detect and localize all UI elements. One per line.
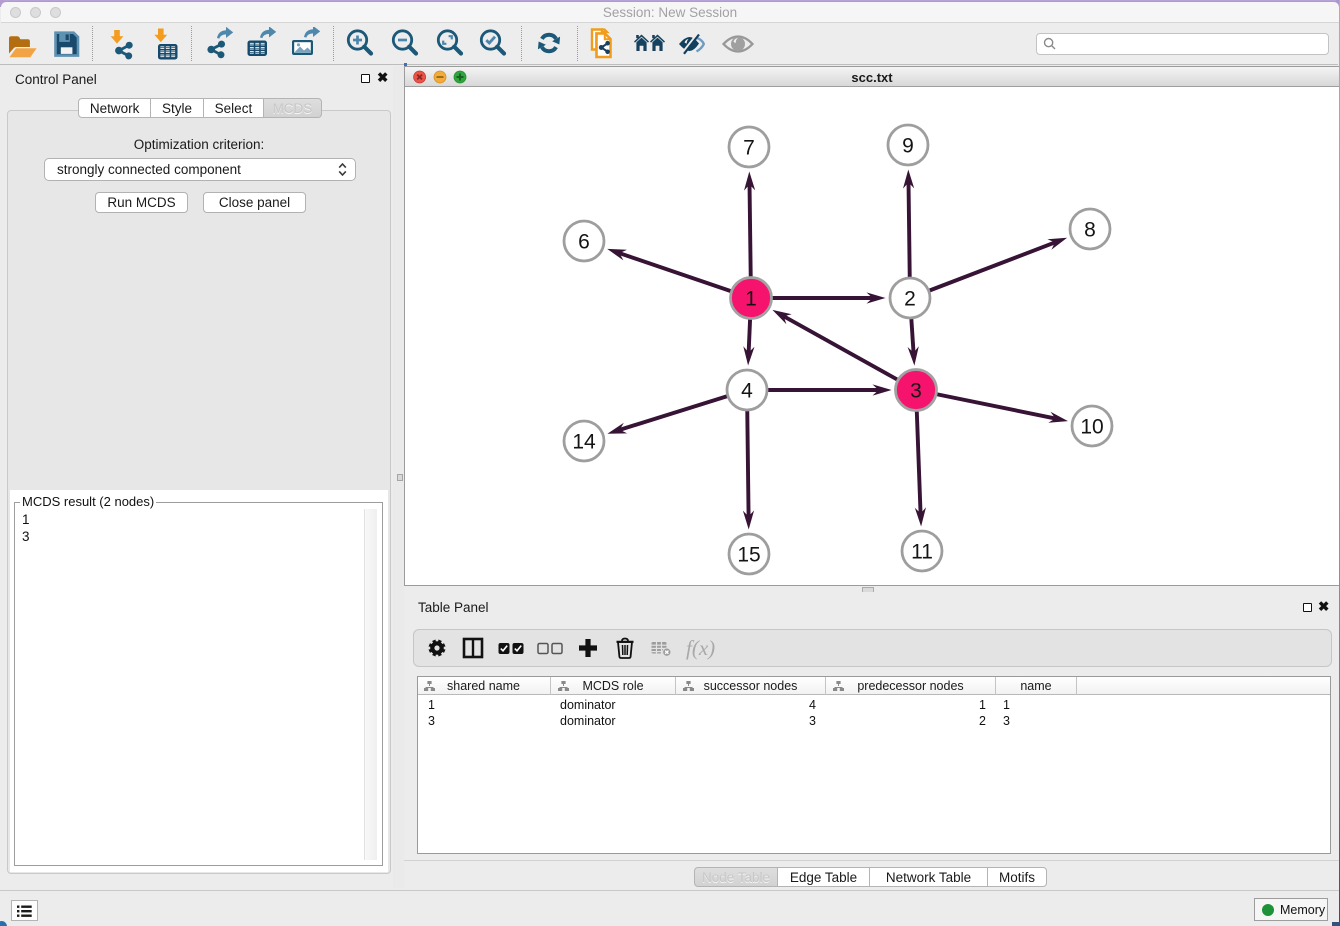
svg-text:2: 2 [904, 288, 916, 311]
svg-text:9: 9 [902, 135, 914, 158]
svg-text:4: 4 [741, 380, 753, 403]
svg-text:11: 11 [911, 541, 933, 564]
svg-text:1: 1 [745, 288, 757, 311]
svg-text:8: 8 [1084, 219, 1096, 242]
svg-text:14: 14 [572, 431, 596, 454]
svg-text:15: 15 [737, 544, 760, 567]
svg-text:3: 3 [910, 380, 922, 403]
svg-text:10: 10 [1080, 416, 1103, 439]
svg-text:7: 7 [743, 137, 755, 160]
svg-text:6: 6 [578, 231, 590, 254]
